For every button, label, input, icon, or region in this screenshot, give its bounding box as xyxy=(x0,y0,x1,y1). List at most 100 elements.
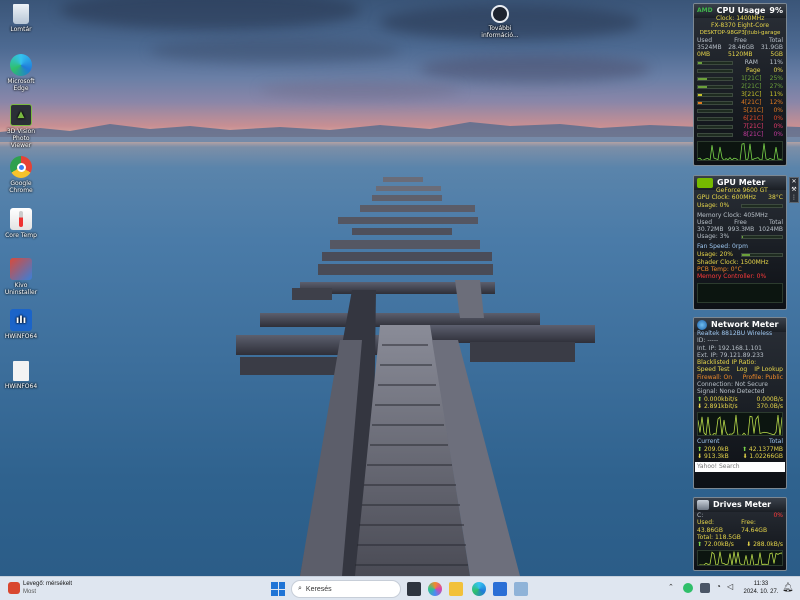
gpu-mem-row: 30.72MB 993.3MB 1024MB xyxy=(694,226,786,233)
core-bar xyxy=(697,76,733,81)
desktop-icon-chrome[interactable]: Google Chrome xyxy=(2,156,40,194)
gpu-mem-headers: Used Free Total xyxy=(694,219,786,226)
desktop-icon-label: Microsoft Edge xyxy=(7,78,35,92)
cpu-percent: 9% xyxy=(769,6,783,16)
current-label: Current xyxy=(697,438,720,446)
ram-bar-fill xyxy=(698,61,702,64)
yahoo-search-input[interactable]: Yahoo! Search xyxy=(695,462,785,473)
drive-free: Free: 74.64GB xyxy=(741,519,768,534)
net-cur-down: ⬇ 913.3kB xyxy=(697,452,729,460)
gpu-mem-controller: Memory Controller: 0% xyxy=(697,273,767,281)
file-explorer-icon[interactable] xyxy=(449,582,463,596)
desktop-icon-label: HWiNFO64 xyxy=(4,383,38,390)
page-row: 0MB 5120MB 5GB xyxy=(694,51,786,58)
desktop-icon-3d-vision[interactable]: ▲ 3D Vision Photo Viewer xyxy=(2,104,40,149)
gpu-fan-usage: Usage: 20% xyxy=(697,250,733,258)
gpu-pcb-temp: PCB Temp: 0°C xyxy=(697,266,742,274)
gadget-title: GPU Meter xyxy=(717,178,766,188)
air-quality-icon xyxy=(8,582,20,594)
core-percent: 0% xyxy=(773,130,783,138)
start-button[interactable] xyxy=(271,582,285,596)
gpu-clock: GPU Clock: 600MHz xyxy=(697,194,757,202)
drive-row: C: 0% xyxy=(694,512,786,519)
log-link[interactable]: Log xyxy=(737,366,748,373)
core-percent: 0% xyxy=(773,122,783,130)
desktop-icon-core-temp[interactable]: Core Temp xyxy=(2,208,40,239)
gpu-fan: Fan Speed: 0rpm xyxy=(697,243,748,251)
mem-headers: Used Free Total xyxy=(694,37,786,44)
net-up-rate-bytes: 0.000B/s xyxy=(756,395,783,403)
desktop-icon-kivo-uninstaller[interactable]: Kivo Uninstaller xyxy=(2,258,40,296)
task-view-icon[interactable] xyxy=(407,582,421,596)
clock[interactable]: 11:33 2024. 10. 27. xyxy=(742,580,780,596)
uninstaller-icon xyxy=(10,258,32,280)
net-cur-up: ⬆ 209.0kB xyxy=(697,445,729,453)
core-label: 8[21C] xyxy=(743,130,764,138)
net-down-row: ⬇ 2.891kbit/s 370.0B/s xyxy=(694,403,786,410)
drag-handle-icon[interactable]: ⋮ xyxy=(790,194,798,202)
desktop-icon-hwinfo64-file[interactable]: HWiNFO64 xyxy=(2,361,40,390)
speed-test-link[interactable]: Speed Test xyxy=(697,366,730,373)
gadget-title: CPU Usage xyxy=(716,6,766,16)
cpu-clock: Clock: 1400MHz xyxy=(716,15,765,22)
ip-lookup-link[interactable]: IP Lookup xyxy=(754,366,783,373)
net-adapter: Realtek 8812BU Wireless xyxy=(697,330,773,337)
tray-overflow-chevron-icon[interactable]: ⌃ xyxy=(668,583,674,591)
desktop-icon-label: 3D Vision Photo Viewer xyxy=(6,128,36,149)
desktop-icon-hwinfo64[interactable]: ılı HWiNFO64 xyxy=(2,309,40,340)
net-up-row: ⬆ 0.000kbit/s 0.000B/s xyxy=(694,396,786,403)
security-tray-icon[interactable] xyxy=(683,583,693,593)
net-firewall-row: Firewall: On Profile: Public xyxy=(694,374,786,381)
core-label: 2[21C] xyxy=(741,82,762,90)
mem-used: 3524MB xyxy=(697,44,722,52)
net-down-totals: ⬇ 913.3kB ⬇ 1.02266GB xyxy=(694,453,786,460)
net-tot-up: ⬆ 42.1377MB xyxy=(741,445,783,453)
wrench-icon[interactable]: ⚒ xyxy=(790,186,798,194)
ram-label: RAM xyxy=(744,58,758,66)
gpu-mem-used: 30.72MB xyxy=(697,226,724,234)
edge-icon xyxy=(10,54,32,76)
copilot-icon[interactable] xyxy=(428,582,442,596)
core-bar xyxy=(697,92,733,97)
net-links: Speed Test Log IP Lookup xyxy=(694,366,786,373)
gpu-mem-usage: Usage: 3% xyxy=(697,233,730,241)
hardware-tray-icon[interactable] xyxy=(700,583,710,593)
net-down-rate: ⬇ 2.891kbit/s xyxy=(697,402,738,410)
core-bar xyxy=(697,108,733,113)
desktop-icon-edge[interactable]: Microsoft Edge xyxy=(2,54,40,92)
core-label: 3[21C] xyxy=(741,90,762,98)
core-label: 7[21C] xyxy=(743,122,764,130)
wifi-icon[interactable]: ◔ xyxy=(716,582,721,591)
gpu-temp: 38°C xyxy=(768,194,783,202)
core-row: 3[21C] 11% xyxy=(694,91,786,99)
desktop-icon-learn-more[interactable]: További információ... xyxy=(480,5,520,39)
nvidia-logo-icon xyxy=(697,178,713,188)
volume-icon[interactable]: ◁ xyxy=(727,582,733,591)
thermometer-icon xyxy=(10,208,32,230)
desktop-icon-recycle-bin[interactable]: Lomtár xyxy=(2,4,40,33)
core-row: 1[21C] 25% xyxy=(694,75,786,83)
clock-time: 11:33 xyxy=(753,581,769,587)
desktop-icon-label: Google Chrome xyxy=(9,180,33,194)
gpu-usage-bar xyxy=(741,203,783,208)
notification-bell-icon[interactable]: 🔔︎ xyxy=(782,582,793,593)
core-bar xyxy=(697,84,733,89)
taskbar-search[interactable]: ⌕ Keresés xyxy=(291,580,401,598)
drive-read: ⬆ 72.00kB/s xyxy=(697,541,734,549)
net-profile: Profile: Public xyxy=(742,373,783,381)
core-row: 7[21C] 0% xyxy=(694,123,786,131)
weather-widget[interactable]: Levegő: mérsékelt Most xyxy=(8,580,72,596)
desktop-icon-label: Core Temp xyxy=(5,232,37,239)
edge-taskbar-icon[interactable] xyxy=(472,582,486,596)
header-total: Total xyxy=(768,36,783,44)
close-icon[interactable]: ✕ xyxy=(790,178,798,186)
drive-used: Used: 43.86GB xyxy=(697,519,723,534)
amd-logo: AMD xyxy=(697,7,713,15)
photos-icon[interactable] xyxy=(514,582,528,596)
drive-icon xyxy=(697,500,709,510)
gpu-mem-total: 1024MB xyxy=(758,226,783,234)
net-tot-down: ⬇ 1.02266GB xyxy=(742,452,783,460)
store-icon[interactable] xyxy=(493,582,507,596)
windows-logo-icon xyxy=(271,582,278,589)
core-row: 8[21C] 0% xyxy=(694,131,786,139)
